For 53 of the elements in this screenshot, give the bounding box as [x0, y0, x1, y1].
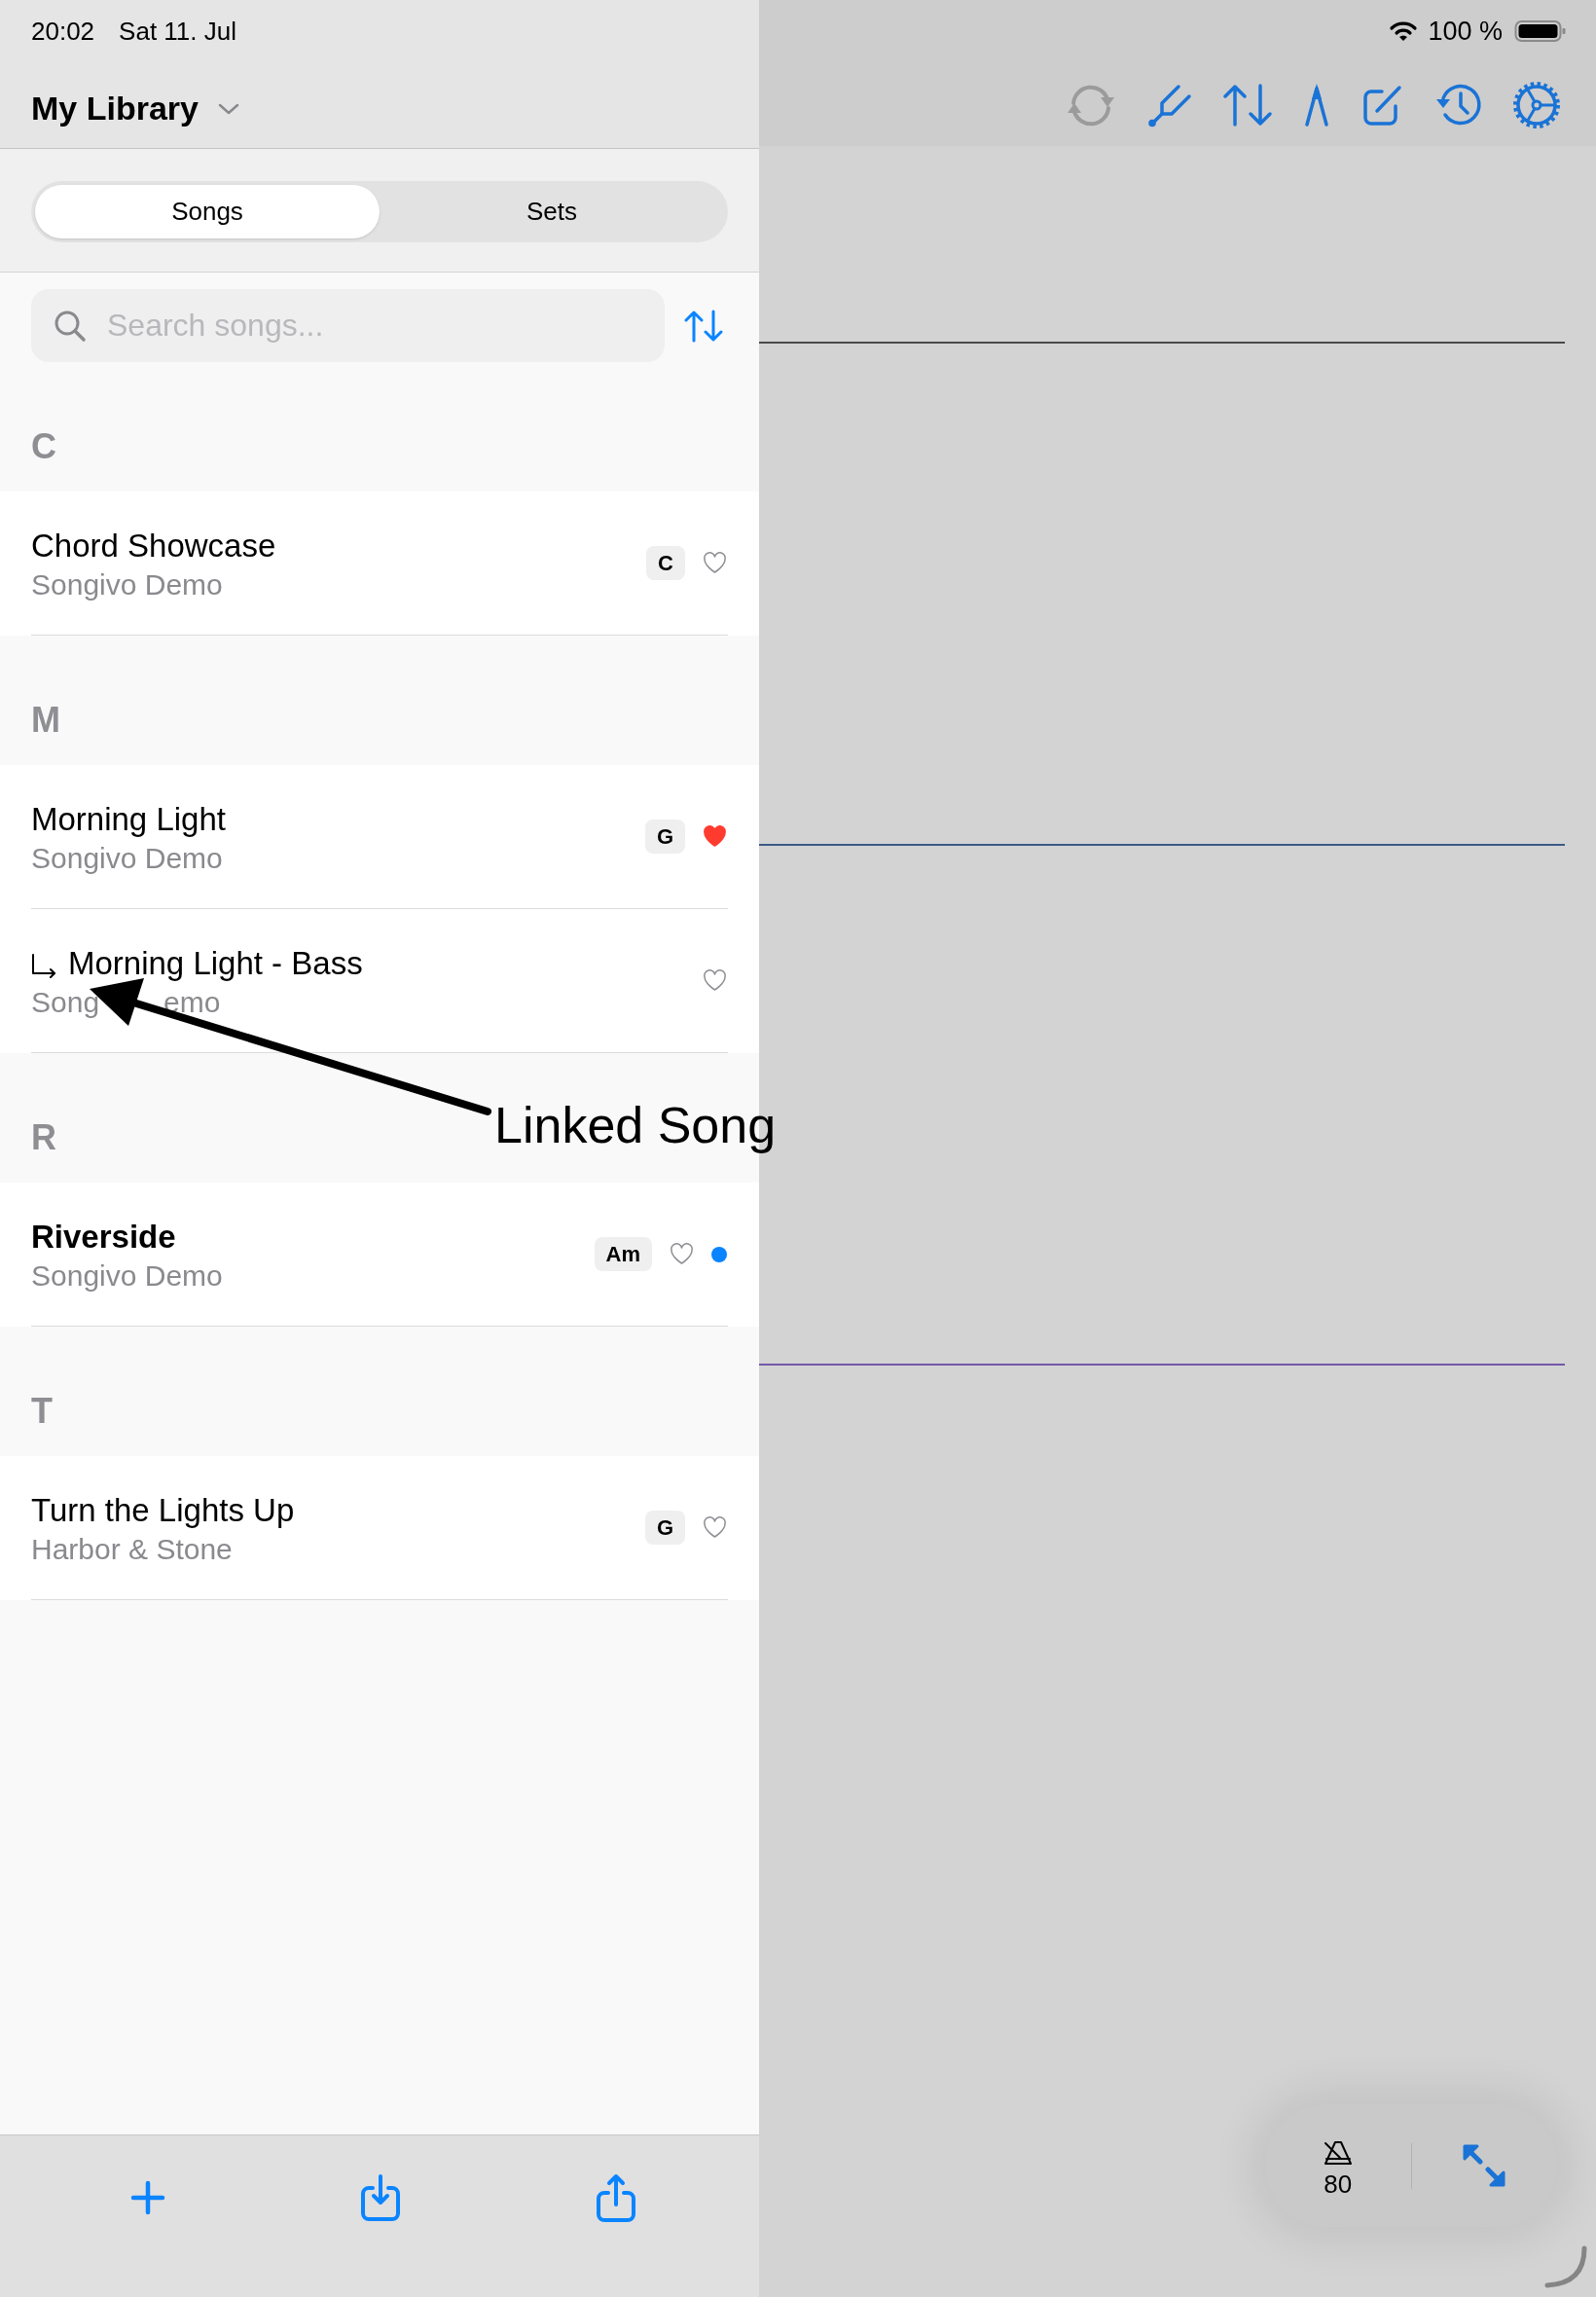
heart-icon[interactable] [703, 969, 727, 992]
library-dropdown[interactable]: My Library [31, 84, 239, 133]
compass-icon[interactable] [1303, 83, 1330, 128]
section-letter: R [31, 1120, 56, 1155]
compose-icon[interactable] [1360, 83, 1403, 128]
heart-icon[interactable] [703, 825, 727, 848]
chevron-down-icon [217, 102, 239, 115]
heart-icon[interactable] [670, 1243, 694, 1265]
status-date: Sat 11. Jul [119, 15, 236, 48]
key-badge: C [646, 546, 685, 580]
segment-tab[interactable]: Sets [380, 185, 724, 238]
section-letter: T [31, 1394, 53, 1429]
song-title: Riverside [31, 1217, 176, 1257]
battery-icon [1514, 19, 1567, 43]
song-artist: Harbor & Stone [31, 1531, 233, 1567]
import-icon[interactable] [360, 2173, 401, 2222]
song-row[interactable]: Morning Light - Bass Song emo [0, 909, 759, 1053]
heart-icon[interactable] [703, 1516, 727, 1539]
metronome-icon [1322, 2139, 1354, 2167]
resize-handle-icon[interactable] [1543, 2244, 1588, 2289]
search-icon [54, 310, 87, 343]
wifi-icon [1389, 20, 1419, 42]
segment-tab[interactable]: Songs [35, 185, 380, 238]
song-artist: Songivo Demo [31, 840, 223, 876]
key-badge: Am [594, 1237, 652, 1271]
status-time: 20:02 [31, 15, 95, 48]
plus-icon[interactable] [130, 2180, 165, 2215]
song-title: Chord Showcase [31, 526, 276, 565]
song-title: Turn the Lights Up [31, 1490, 295, 1530]
sort-icon[interactable] [684, 309, 723, 343]
song-row[interactable]: Turn the Lights Up Harbor & Stone G [0, 1456, 759, 1600]
song-artist: emo [163, 984, 221, 1020]
expand-icon[interactable] [1462, 2143, 1507, 2188]
section-letter: M [31, 703, 60, 738]
song-artist: Song [31, 984, 100, 1020]
battery-percent: 100 % [1428, 15, 1503, 48]
song-title: Morning Light [31, 799, 226, 839]
tuning-fork-icon[interactable] [1147, 83, 1192, 128]
settings-icon[interactable] [1512, 81, 1561, 129]
song-artist: Songivo Demo [31, 566, 223, 602]
song-row[interactable]: Morning Light Songivo Demo G [0, 765, 759, 909]
key-badge: G [644, 820, 685, 854]
song-row[interactable]: Chord Showcase Songivo Demo C [0, 492, 759, 636]
share-icon[interactable] [596, 2172, 636, 2223]
song-title: Morning Light - Bass [68, 943, 363, 983]
up-down-arrows-icon[interactable] [1222, 83, 1273, 128]
heart-icon[interactable] [703, 552, 727, 574]
metronome-button[interactable]: 80 [1322, 2133, 1354, 2198]
song-row[interactable]: Riverside Songivo Demo Am [0, 1183, 759, 1327]
annotation-label: Linked Song [494, 1096, 777, 1154]
section-letter: C [31, 429, 56, 464]
key-badge: G [644, 1511, 685, 1545]
song-artist: Songivo Demo [31, 1258, 223, 1294]
